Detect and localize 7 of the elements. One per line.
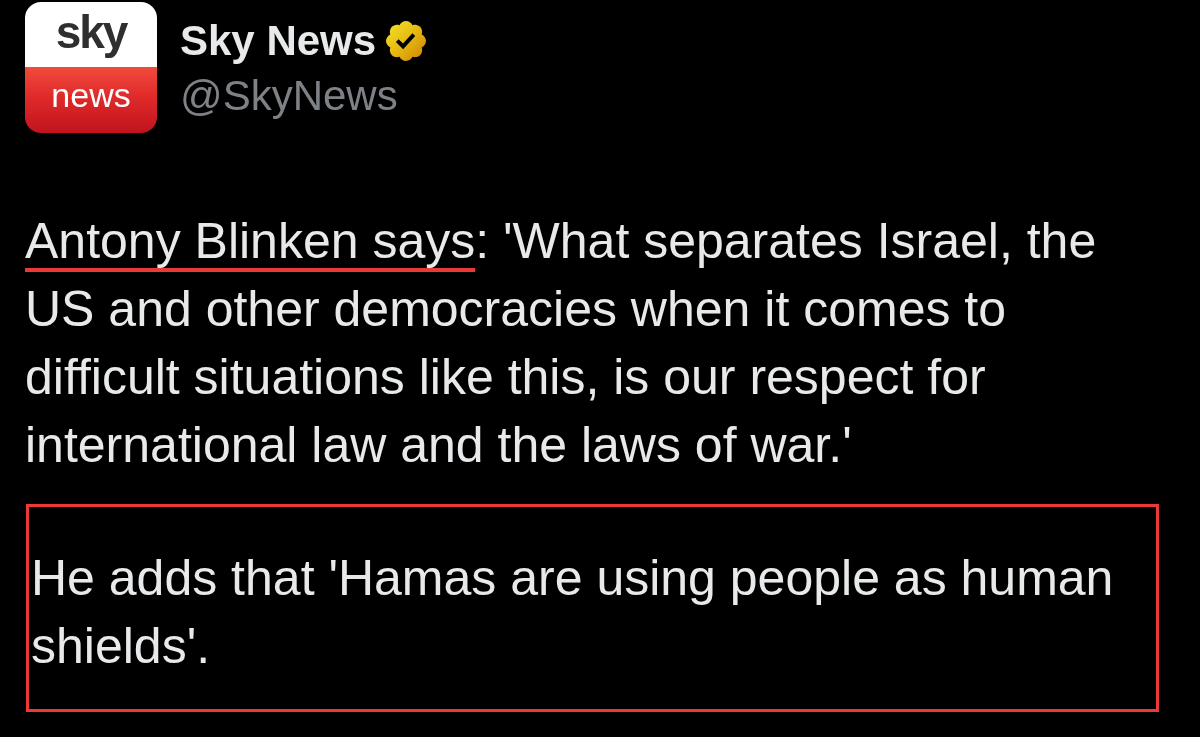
profile-avatar[interactable]: sky news bbox=[25, 2, 157, 133]
username-handle: @SkyNews bbox=[180, 72, 399, 120]
display-name[interactable]: Sky News bbox=[180, 17, 377, 65]
logo-text: news bbox=[25, 67, 157, 133]
post-text: He adds that 'Hamas are using people as human shields'. bbox=[31, 549, 1115, 676]
post-text: Antony Blinken says: 'What separates Israel, the US and other democracies when it comes to difficult situations like this, is our respect for international law and the laws of war.' bbox=[25, 212, 1098, 475]
logo-text: sky bbox=[25, 2, 157, 67]
